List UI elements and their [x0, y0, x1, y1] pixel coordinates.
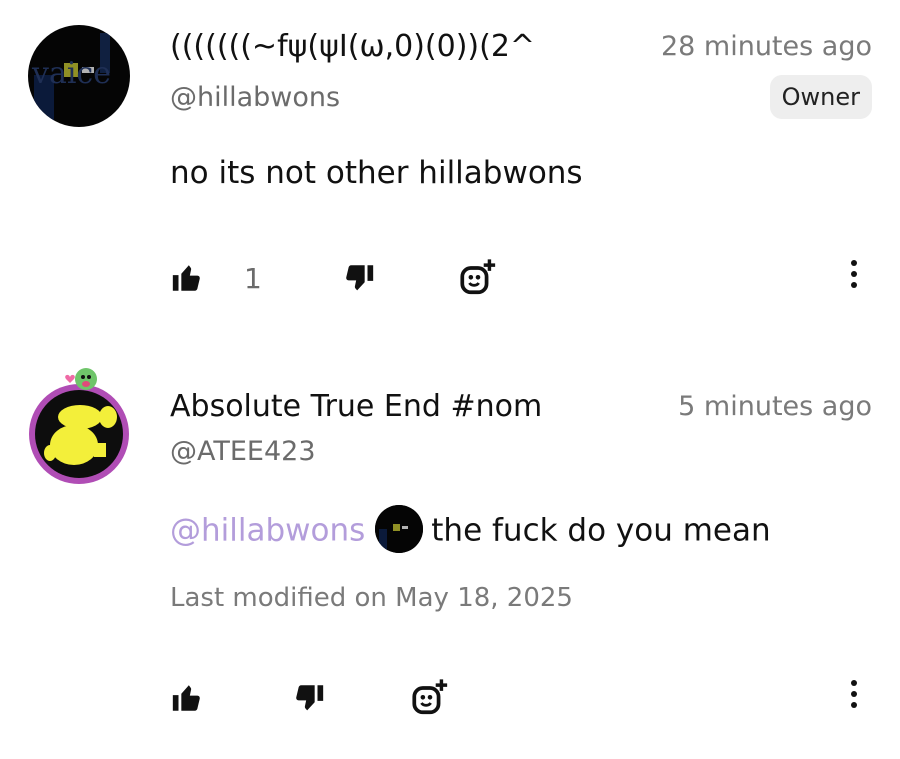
comment-body: the fuck do you mean [431, 512, 771, 549]
comment-actions: 1 [170, 258, 872, 298]
thumbs-up-icon [172, 265, 200, 291]
timestamp[interactable]: 5 minutes ago [678, 391, 872, 422]
last-modified: Last modified on May 18, 2025 [170, 583, 573, 613]
author-name[interactable]: (((((((~fψ(ψI(ω,0)(0))(2^ [170, 29, 643, 64]
comment-text: no its not other hillabwons [170, 155, 583, 191]
dislike-button[interactable] [342, 258, 376, 298]
comment-text: @hillabwons the fuck do you mean [170, 505, 771, 556]
thumbs-up-icon [172, 685, 200, 711]
dislike-button[interactable] [292, 678, 326, 718]
avatar[interactable]: vaice [28, 25, 130, 127]
add-reaction-icon [460, 259, 496, 295]
comment-actions [170, 678, 872, 718]
comment-header: (((((((~fψ(ψI(ω,0)(0))(2^ 28 minutes ago… [170, 26, 872, 120]
add-reaction-button[interactable] [410, 678, 450, 718]
timestamp[interactable]: 28 minutes ago [661, 31, 872, 62]
avatar[interactable] [28, 368, 130, 485]
avatar-text: vaice [31, 56, 111, 91]
add-reaction-button[interactable] [458, 258, 498, 298]
like-button[interactable] [170, 258, 204, 298]
mention-link[interactable]: @hillabwons [170, 513, 365, 549]
thumbs-down-icon [296, 685, 324, 711]
thumbs-down-icon [346, 265, 374, 291]
add-reaction-icon [412, 679, 448, 715]
mention-avatar [375, 505, 424, 553]
author-handle[interactable]: @ATEE423 [170, 436, 316, 467]
more-options-button[interactable] [848, 260, 860, 296]
more-options-button[interactable] [848, 680, 860, 716]
comment-header: Absolute True End #nom 5 minutes ago @AT… [170, 386, 872, 474]
like-button[interactable] [170, 678, 204, 718]
author-handle[interactable]: @hillabwons [170, 82, 340, 113]
owner-badge: Owner [769, 75, 872, 119]
author-name[interactable]: Absolute True End #nom [170, 389, 660, 424]
like-count: 1 [244, 261, 262, 295]
